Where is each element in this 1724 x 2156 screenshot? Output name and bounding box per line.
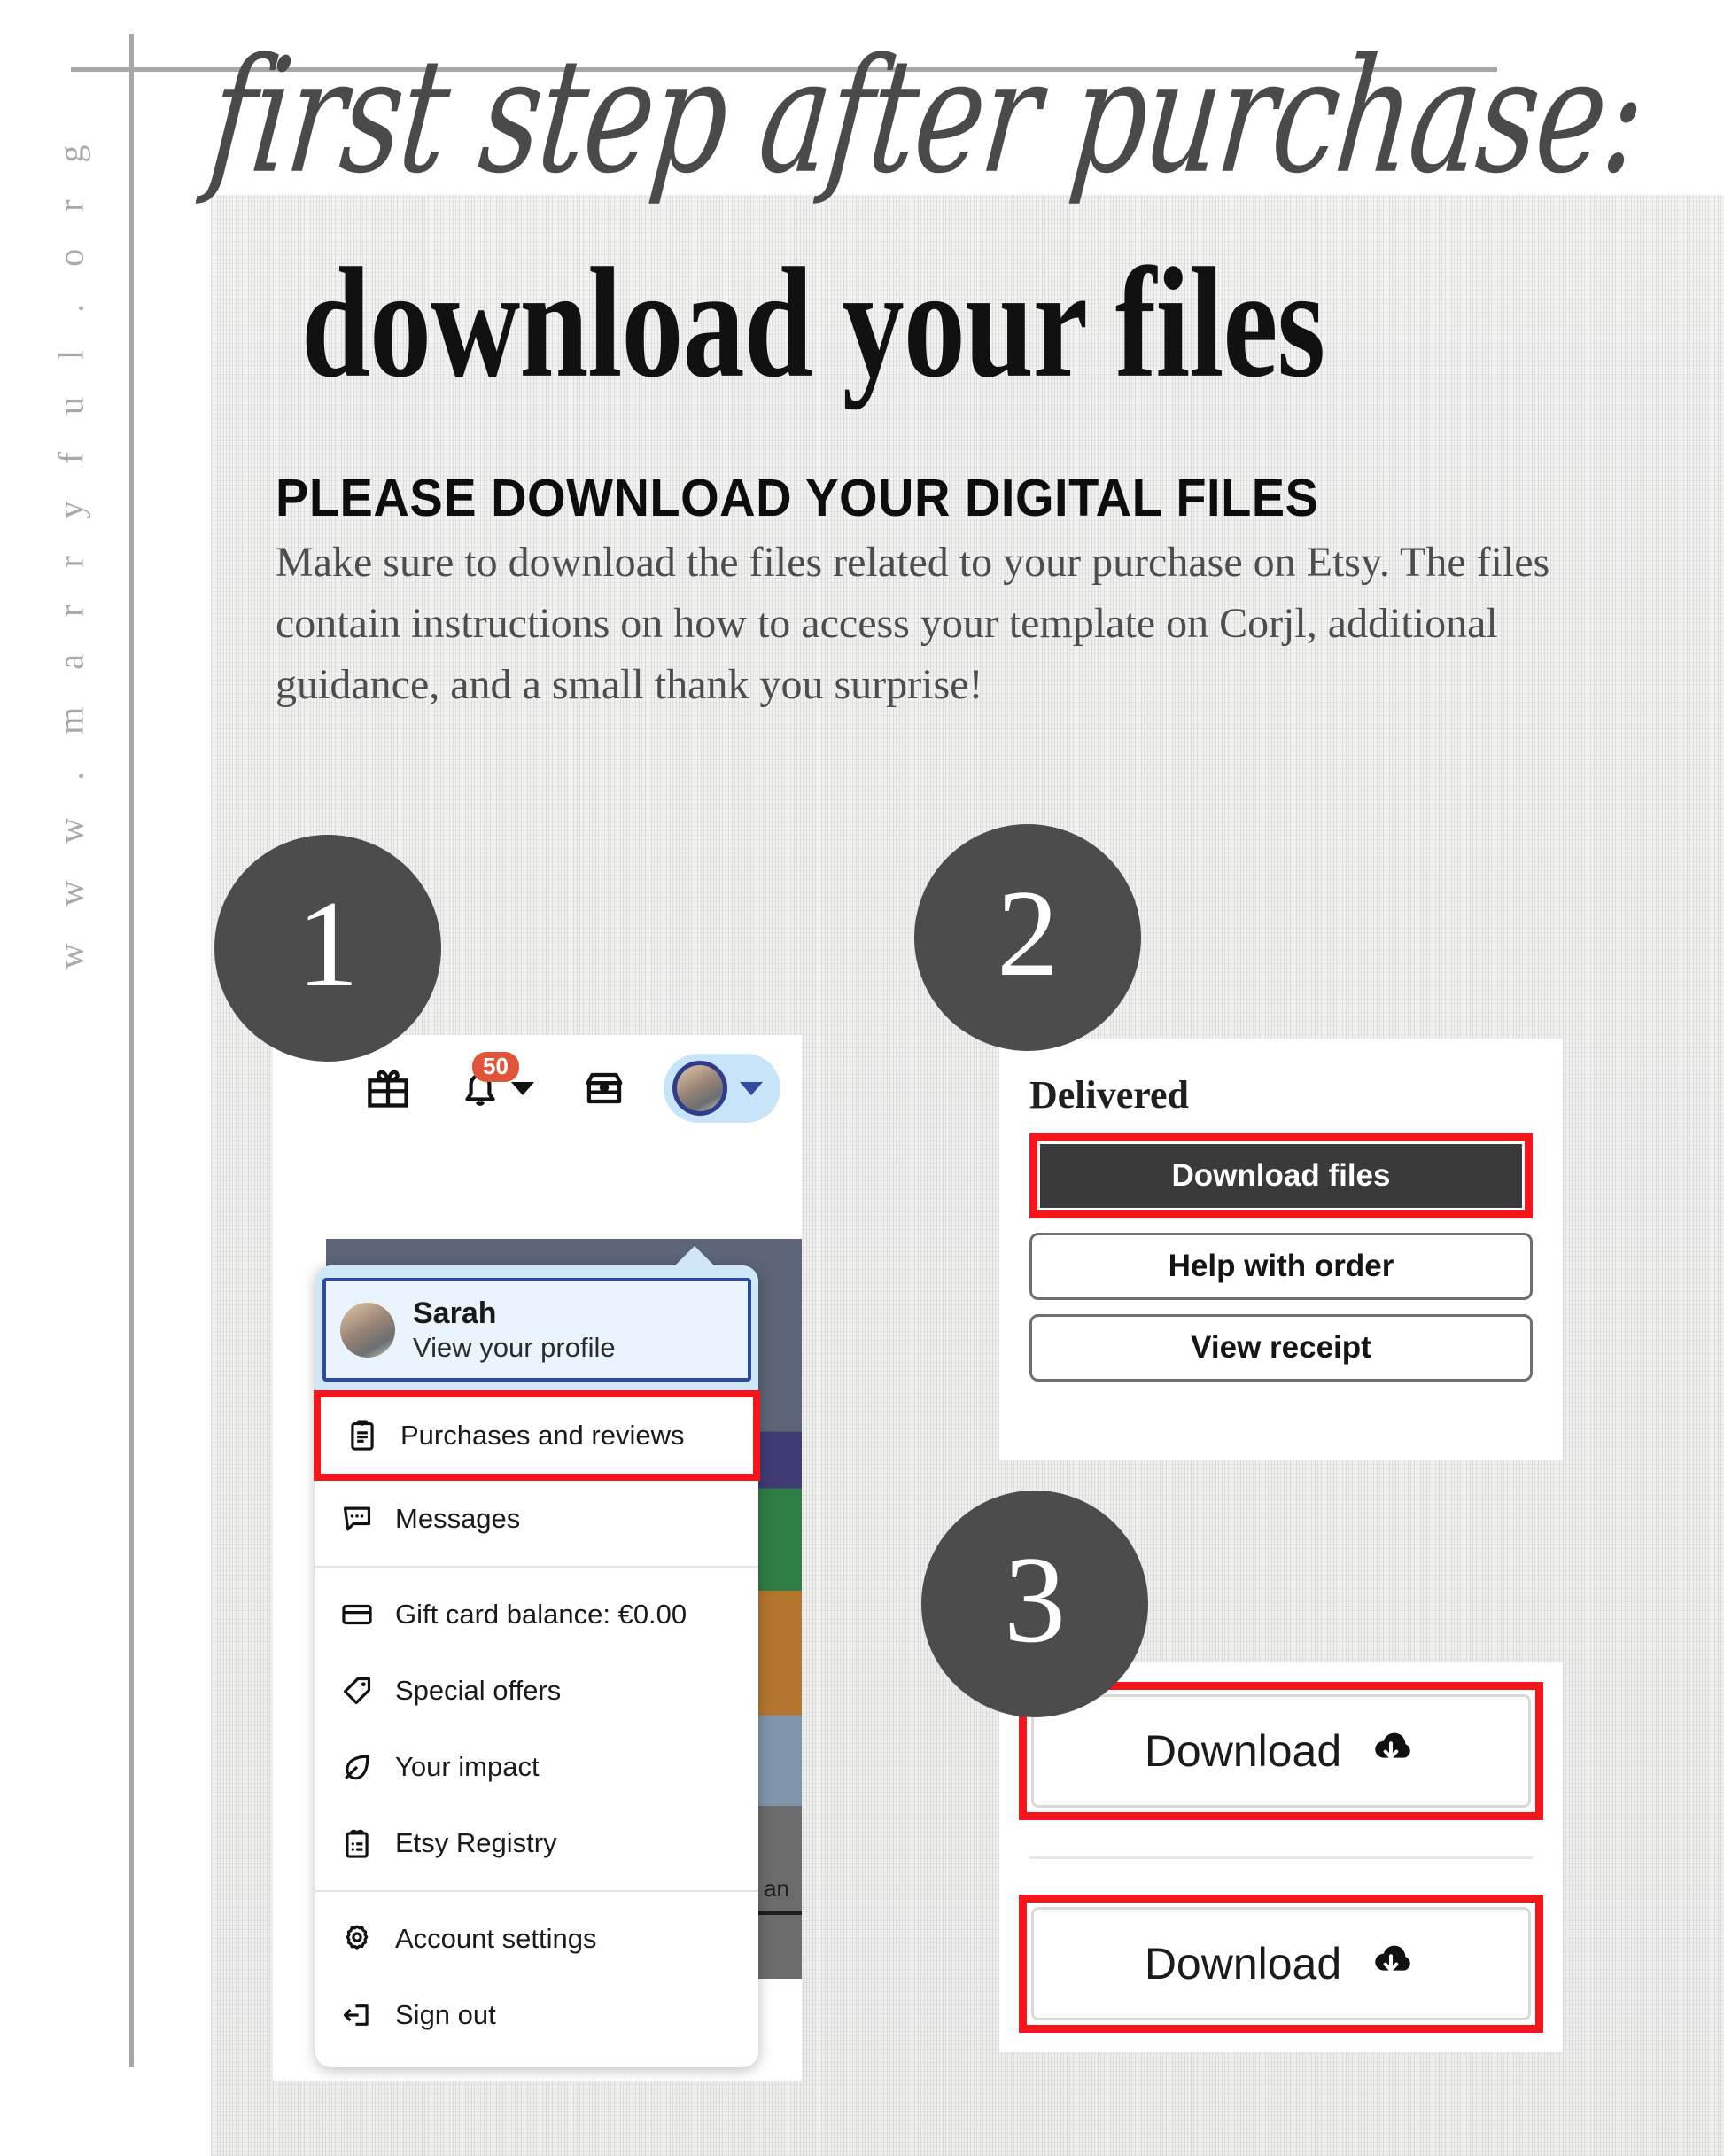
download-files-button[interactable]: Download files [1040,1144,1522,1208]
account-dropdown-menu: Sarah View your profile Purchases and re… [314,1245,760,2068]
download-files-highlight: Download files [1029,1133,1533,1218]
notification-count-badge: 50 [472,1052,519,1082]
site-url-watermark: w w w . m a r r y f u l . o r g [50,130,91,969]
avatar [340,1302,395,1358]
cloud-download-icon [1364,1728,1417,1775]
sign-out-icon [338,1996,376,2034]
menu-item-special-offers[interactable]: Special offers [315,1653,758,1730]
account-menu-button[interactable] [664,1054,780,1123]
download-button-highlight-1: Download [1019,1682,1543,1820]
corjl-download-button-1[interactable]: Download [1031,1694,1531,1808]
menu-divider [315,1890,758,1893]
profile-name: Sarah [413,1296,497,1330]
purchases-and-reviews-highlight: Purchases and reviews [314,1390,760,1482]
body-paragraph: Make sure to download the files related … [276,539,1550,708]
menu-item-gift-card-balance[interactable]: Gift card balance: €0.00 [315,1576,758,1654]
download-button-highlight-2: Download [1019,1895,1543,2033]
menu-divider [315,1566,758,1568]
step3-divider [1029,1856,1533,1859]
download-label: Download [1144,1726,1342,1776]
help-with-order-button[interactable]: Help with order [1029,1233,1533,1300]
corjl-download-button-2[interactable]: Download [1031,1907,1531,2020]
chevron-down-icon[interactable] [511,1081,534,1095]
storefront-icon[interactable] [577,1061,632,1116]
step2-screenshot: Delivered Download files Help with order… [999,1039,1563,1460]
tag-icon [338,1672,376,1709]
menu-item-label: Gift card balance: €0.00 [395,1599,687,1631]
menu-item-account-settings[interactable]: Account settings [315,1901,758,1978]
menu-item-label: Purchases and reviews [400,1420,685,1452]
menu-item-label: Sign out [395,1999,496,2031]
avatar [672,1061,727,1116]
step-badge-1: 1 [214,835,441,1062]
chevron-down-icon[interactable] [740,1081,763,1095]
script-headline: first step after purchase: [202,25,1652,209]
view-profile-item[interactable]: Sarah View your profile [322,1278,751,1382]
vertical-rule [129,34,134,2067]
menu-item-label: Etsy Registry [395,1827,557,1859]
notifications-button[interactable]: 50 [447,1052,545,1116]
chat-bubble-icon [338,1500,376,1537]
cloud-download-icon [1364,1941,1417,1988]
profile-action-label: View your profile [413,1332,616,1364]
leaf-icon [338,1748,376,1786]
download-label: Download [1144,1939,1342,1989]
menu-item-label: Account settings [395,1923,597,1955]
step3-screenshot: Download Download [999,1662,1563,2052]
page-title: download your files [301,235,1325,410]
gift-icon[interactable] [361,1061,415,1116]
step-badge-3: 3 [921,1491,1148,1717]
credit-card-icon [338,1596,376,1633]
menu-item-messages[interactable]: Messages [315,1481,758,1558]
menu-item-purchases-and-reviews[interactable]: Purchases and reviews [321,1397,753,1475]
background-caption-right: an [764,1875,789,1902]
clipboard-icon [344,1417,381,1454]
section-heading: PLEASE DOWNLOAD YOUR DIGITAL FILES [276,468,1319,527]
step-badge-2: 2 [914,824,1141,1051]
menu-item-your-impact[interactable]: Your impact [315,1729,758,1806]
registry-icon [338,1825,376,1862]
order-status-title: Delivered [1029,1073,1190,1117]
menu-item-label: Messages [395,1503,521,1535]
dropdown-profile-header: Sarah View your profile [315,1265,758,1391]
menu-item-sign-out[interactable]: Sign out [315,1977,758,2054]
menu-item-etsy-registry[interactable]: Etsy Registry [315,1805,758,1882]
gear-icon [338,1920,376,1958]
menu-item-label: Special offers [395,1675,562,1707]
step1-screenshot: + n an 50 [273,1035,802,2081]
menu-item-label: Your impact [395,1751,540,1783]
view-receipt-button[interactable]: View receipt [1029,1314,1533,1382]
poster-canvas: w w w . m a r r y f u l . o r g first st… [0,0,1724,2156]
